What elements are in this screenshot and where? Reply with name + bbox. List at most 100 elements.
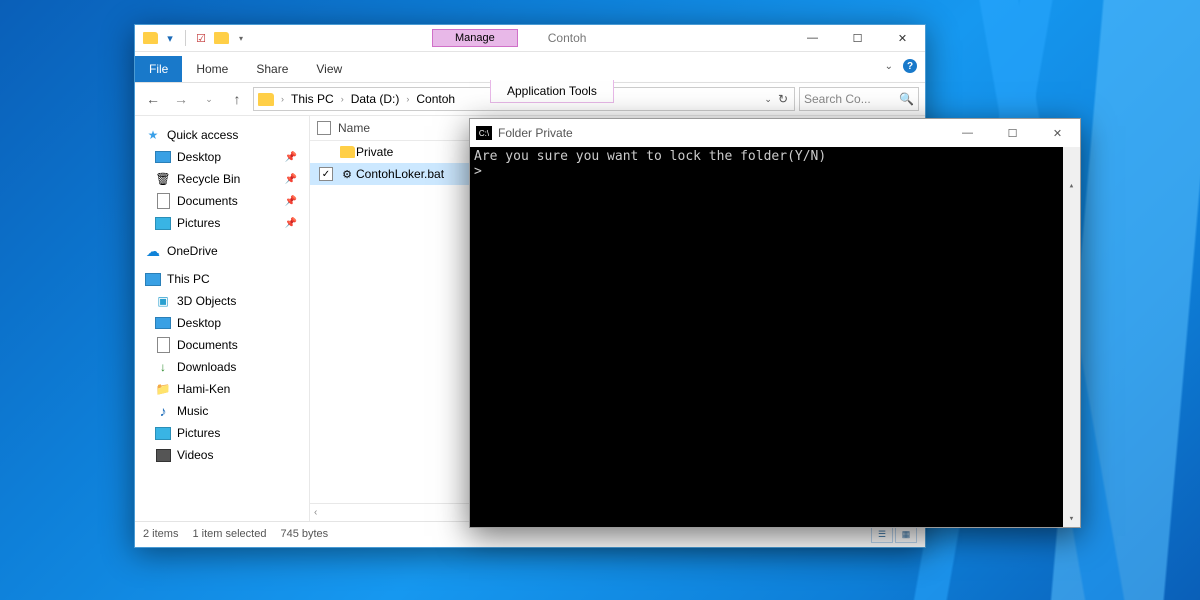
nav-item-hamiken[interactable]: 📁 Hami-Ken xyxy=(141,378,309,400)
properties-icon[interactable]: ☑ xyxy=(192,29,210,47)
nav-label: Music xyxy=(177,404,208,418)
maximize-button[interactable]: ☐ xyxy=(990,119,1035,147)
save-icon[interactable]: ▾ xyxy=(161,29,179,47)
bat-file-icon: ⚙ xyxy=(338,168,356,181)
star-icon: ★ xyxy=(145,127,161,143)
status-selected: 1 item selected xyxy=(192,528,266,540)
picture-icon xyxy=(155,215,171,231)
desktop-icon xyxy=(155,315,171,331)
nav-this-pc[interactable]: This PC xyxy=(141,268,309,290)
nav-item-desktop[interactable]: Desktop 📌 xyxy=(141,146,309,168)
nav-item-recycle[interactable]: 🗑Recycle Bin📌 xyxy=(141,168,309,190)
nav-recent-icon[interactable]: ⌄ xyxy=(197,87,221,111)
chevron-right-icon[interactable]: › xyxy=(278,94,287,104)
pc-icon xyxy=(145,271,161,287)
nav-label: Pictures xyxy=(177,426,220,440)
picture-icon xyxy=(155,425,171,441)
nav-label: Desktop xyxy=(177,316,221,330)
nav-quick-access[interactable]: ★ Quick access xyxy=(141,124,309,146)
scroll-up-icon[interactable]: ▴ xyxy=(1063,177,1080,194)
cmd-titlebar[interactable]: C:\ Folder Private — ☐ ✕ xyxy=(470,119,1080,147)
chevron-right-icon[interactable]: › xyxy=(338,94,347,104)
ribbon-expand-icon[interactable]: ⌄ xyxy=(885,61,893,72)
nav-label: Pictures xyxy=(177,216,220,230)
minimize-button[interactable]: — xyxy=(945,119,990,147)
qat-menu-icon[interactable]: ▾ xyxy=(232,29,250,47)
onedrive-icon: ☁ xyxy=(145,243,161,259)
search-icon: 🔍 xyxy=(899,92,914,106)
ribbon-context-tab[interactable]: Manage xyxy=(432,29,518,47)
video-icon xyxy=(155,447,171,463)
scroll-down-icon[interactable]: ▾ xyxy=(1063,510,1080,527)
download-icon: ↓ xyxy=(155,359,171,375)
nav-item-desktop2[interactable]: Desktop xyxy=(141,312,309,334)
tab-view[interactable]: View xyxy=(302,56,356,82)
nav-item-pictures2[interactable]: Pictures xyxy=(141,422,309,444)
refresh-icon[interactable]: ↻ xyxy=(778,92,788,106)
tab-share[interactable]: Share xyxy=(242,56,302,82)
explorer-titlebar[interactable]: ▾ ☑ ▾ Manage Contoh — ☐ ✕ xyxy=(135,25,925,52)
ribbon-context-subtab[interactable]: Application Tools xyxy=(490,80,614,103)
folder-icon: 📁 xyxy=(155,381,171,397)
nav-up-button[interactable]: ↑ xyxy=(225,87,249,111)
nav-item-music[interactable]: ♪ Music xyxy=(141,400,309,422)
select-all-checkbox[interactable] xyxy=(310,121,338,135)
nav-label: Videos xyxy=(177,448,213,462)
close-button[interactable]: ✕ xyxy=(880,25,925,51)
cmd-output[interactable]: Are you sure you want to lock the folder… xyxy=(470,147,1080,527)
tab-home[interactable]: Home xyxy=(182,56,242,82)
recycle-icon: 🗑 xyxy=(155,171,171,187)
breadcrumb-root[interactable]: This PC xyxy=(289,92,336,106)
minimize-button[interactable]: — xyxy=(790,25,835,51)
search-input[interactable]: Search Co... 🔍 xyxy=(799,87,919,111)
nav-label: Quick access xyxy=(167,128,238,142)
nav-onedrive[interactable]: ☁OneDrive xyxy=(141,240,309,262)
pin-icon: 📌 xyxy=(285,218,305,229)
address-dropdown-icon[interactable]: ⌄ xyxy=(764,94,772,105)
nav-forward-button[interactable]: → xyxy=(169,87,193,111)
nav-label: Hami-Ken xyxy=(177,382,230,396)
nav-label: 3D Objects xyxy=(177,294,236,308)
pin-icon: 📌 xyxy=(285,152,305,163)
quick-access-toolbar: ▾ ☑ ▾ xyxy=(137,29,250,47)
nav-item-pictures[interactable]: Pictures 📌 xyxy=(141,212,309,234)
file-name: Private xyxy=(356,145,393,159)
nav-item-3dobjects[interactable]: ▣3D Objects xyxy=(141,290,309,312)
ribbon-tabs: File Home Share View ⌄ ? xyxy=(135,52,925,83)
new-folder-icon[interactable] xyxy=(212,29,230,47)
row-checkbox[interactable]: ✓ xyxy=(314,167,338,181)
vertical-scrollbar[interactable]: ▴ ▾ xyxy=(1063,147,1080,527)
nav-label: Downloads xyxy=(177,360,236,374)
tab-file[interactable]: File xyxy=(135,56,182,82)
document-icon xyxy=(155,193,171,209)
breadcrumb-folder[interactable]: Contoh xyxy=(414,92,457,106)
nav-item-downloads[interactable]: ↓ Downloads xyxy=(141,356,309,378)
cmd-line: Are you sure you want to lock the folder… xyxy=(474,149,826,164)
nav-label: This PC xyxy=(167,272,210,286)
nav-label: Documents xyxy=(177,338,238,352)
folder-icon xyxy=(338,146,356,158)
pin-icon: 📌 xyxy=(285,196,305,207)
maximize-button[interactable]: ☐ xyxy=(835,25,880,51)
nav-item-videos[interactable]: Videos xyxy=(141,444,309,466)
chevron-right-icon[interactable]: › xyxy=(403,94,412,104)
help-icon[interactable]: ? xyxy=(903,59,917,73)
search-placeholder: Search Co... xyxy=(804,92,871,106)
folder-icon xyxy=(258,93,274,106)
document-icon xyxy=(155,337,171,353)
status-size: 745 bytes xyxy=(280,528,328,540)
nav-label: Desktop xyxy=(177,150,221,164)
breadcrumb-drive[interactable]: Data (D:) xyxy=(349,92,402,106)
nav-item-documents[interactable]: Documents 📌 xyxy=(141,190,309,212)
music-icon: ♪ xyxy=(155,403,171,419)
nav-back-button[interactable]: ← xyxy=(141,87,165,111)
close-button[interactable]: ✕ xyxy=(1035,119,1080,147)
column-name[interactable]: Name xyxy=(338,121,370,135)
scroll-left-icon[interactable]: ‹ xyxy=(314,507,317,518)
nav-item-documents2[interactable]: Documents xyxy=(141,334,309,356)
nav-label: Documents xyxy=(177,194,238,208)
separator xyxy=(185,30,186,46)
navigation-pane[interactable]: ★ Quick access Desktop 📌 🗑Recycle Bin📌 Do… xyxy=(135,116,310,521)
desktop-icon xyxy=(155,149,171,165)
status-item-count: 2 items xyxy=(143,528,178,540)
